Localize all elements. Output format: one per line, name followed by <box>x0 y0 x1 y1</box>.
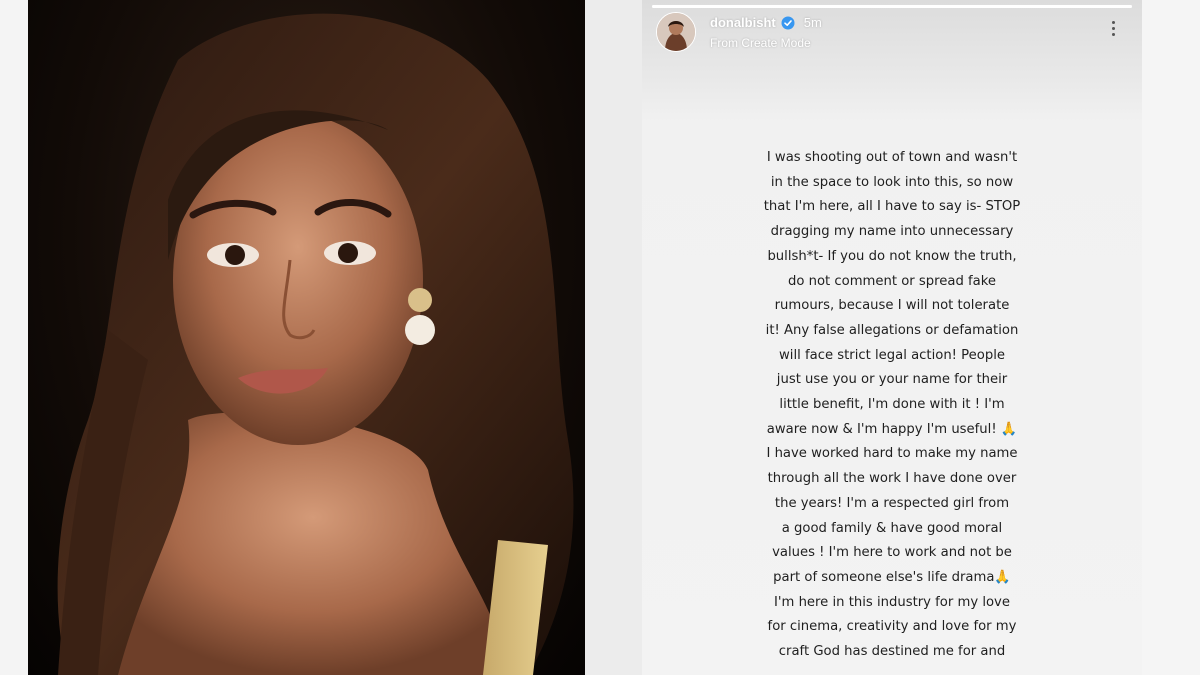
message-line: through all the work I have done over <box>767 471 1017 487</box>
message-line: the years! I'm a respected girl from <box>774 495 1010 511</box>
story-progress-fill <box>652 5 1132 8</box>
avatar-image <box>657 13 695 51</box>
message-line: a good family & have good moral <box>781 520 1003 536</box>
message-line: little benefit, I'm done with it ! I'm <box>779 397 1005 413</box>
verified-badge-icon <box>781 16 795 29</box>
message-line: it! Any false allegations or defamation <box>765 322 1019 338</box>
message-line: I'm here in this industry for my love <box>774 594 1010 610</box>
message-line: dragging my name into unnecessary <box>770 224 1014 240</box>
username[interactable]: donalbisht <box>710 15 776 30</box>
story-header: donalbisht 5m From Create Mode <box>656 12 1128 52</box>
story-progress-bar <box>652 5 1132 8</box>
panel-gap <box>585 0 642 675</box>
message-line: aware now & I'm happy I'm useful! 🙏 <box>766 421 1018 437</box>
message-line: I have worked hard to make my name <box>766 446 1018 462</box>
left-margin <box>0 0 28 675</box>
message-line: craft God has destined me for and <box>778 644 1006 660</box>
message-line: that I'm here, all I have to say is- STO… <box>763 199 1021 215</box>
more-options-icon[interactable] <box>1106 18 1120 44</box>
story-message-text: I was shooting out of town and wasn't in … <box>732 146 1052 665</box>
story-timestamp: 5m <box>803 15 822 30</box>
portrait-photo <box>28 0 585 675</box>
avatar[interactable] <box>656 12 696 52</box>
message-line: in the space to look into this, so now <box>770 174 1014 190</box>
message-line: values ! I'm here to work and not be <box>772 545 1012 561</box>
message-line: will face strict legal action! People <box>779 347 1005 363</box>
message-line: part of someone else's life drama🙏 <box>773 569 1011 585</box>
message-line: bullsh*t- If you do not know the truth, <box>767 248 1017 264</box>
right-margin <box>1142 0 1200 675</box>
story-subtitle: From Create Mode <box>710 36 811 50</box>
message-line: I was shooting out of town and wasn't <box>766 150 1018 165</box>
message-line: rumours, because I will not tolerate <box>774 298 1010 314</box>
portrait-illustration <box>57 13 574 675</box>
message-line: do not comment or spread fake <box>787 273 997 289</box>
message-line: for cinema, creativity and love for my <box>767 619 1017 635</box>
story-panel: donalbisht 5m From Create Mode I was sho… <box>642 0 1142 675</box>
message-line: just use you or your name for their <box>776 372 1008 388</box>
